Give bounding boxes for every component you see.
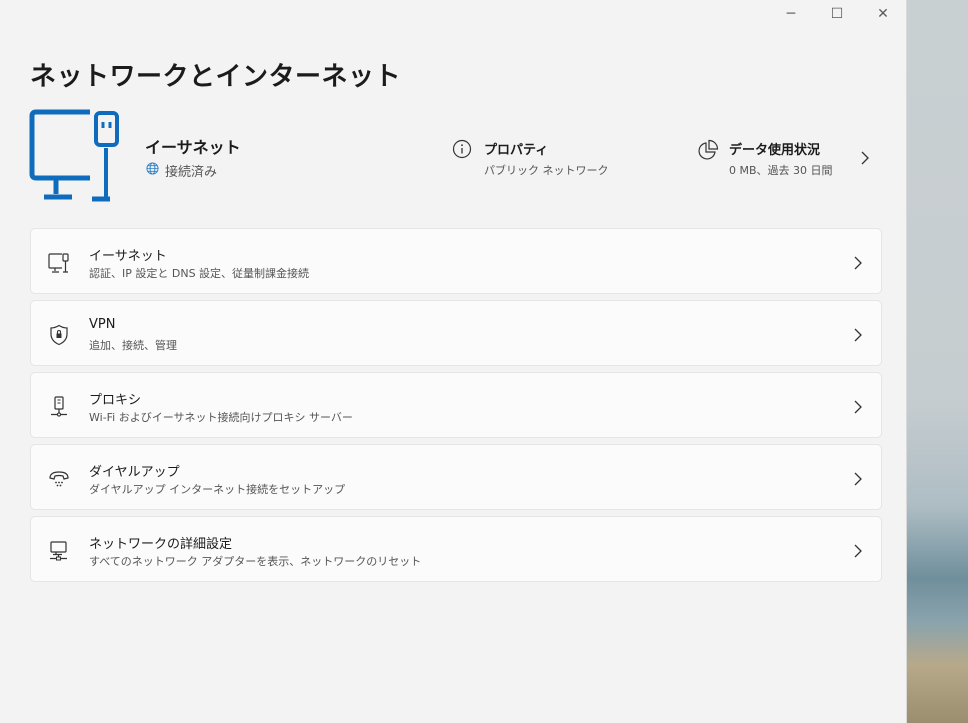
minimize-button[interactable]: ─ xyxy=(768,0,814,28)
vpn-shield-icon xyxy=(47,323,71,347)
settings-item-subtitle: ダイヤルアップ インターネット接続をセットアップ xyxy=(89,483,346,496)
settings-item-subtitle: すべてのネットワーク アダプターを表示、ネットワークのリセット xyxy=(89,555,422,568)
data-usage-link[interactable]: データ使用状況 0 MB、過去 30 日間 xyxy=(697,139,833,178)
connection-status-label: 接続済み xyxy=(165,165,218,180)
settings-item-vpn[interactable]: VPN 追加、接続、管理 xyxy=(30,300,882,366)
settings-item-subtitle: 認証、IP 設定と DNS 設定、従量制課金接続 xyxy=(89,267,310,280)
chevron-right-icon xyxy=(851,255,865,275)
chevron-right-icon xyxy=(851,471,865,491)
settings-list: イーサネット 認証、IP 設定と DNS 設定、従量制課金接続 VPN 追加、接… xyxy=(30,228,882,588)
chevron-right-icon xyxy=(851,543,865,563)
ethernet-monitor-icon xyxy=(28,108,124,208)
globe-icon xyxy=(146,162,159,179)
chevron-right-icon xyxy=(851,327,865,347)
network-adapter-icon xyxy=(47,539,71,563)
settings-item-proxy[interactable]: プロキシ Wi-Fi およびイーサネット接続向けプロキシ サーバー xyxy=(30,372,882,438)
settings-item-title: VPN xyxy=(89,317,116,332)
settings-item-ethernet[interactable]: イーサネット 認証、IP 設定と DNS 設定、従量制課金接続 xyxy=(30,228,882,294)
dialup-phone-icon xyxy=(47,467,71,491)
page-title: ネットワークとインターネット xyxy=(30,62,402,92)
properties-link[interactable]: プロパティ パブリック ネットワーク xyxy=(452,139,609,178)
settings-item-subtitle: Wi-Fi およびイーサネット接続向けプロキシ サーバー xyxy=(89,411,353,424)
properties-title: プロパティ xyxy=(484,143,549,158)
desktop-wallpaper xyxy=(906,0,968,723)
pie-chart-icon xyxy=(697,139,719,165)
proxy-icon xyxy=(47,395,71,419)
settings-item-advanced-network[interactable]: ネットワークの詳細設定 すべてのネットワーク アダプターを表示、ネットワークのリ… xyxy=(30,516,882,582)
maximize-button[interactable]: ☐ xyxy=(814,0,860,28)
settings-window: ─ ☐ ✕ ネットワークとインターネット イーサネット 接続済み プロパティ パ… xyxy=(0,0,907,723)
maximize-icon: ☐ xyxy=(830,6,844,22)
connection-status: 接続済み xyxy=(146,161,217,180)
close-icon: ✕ xyxy=(877,6,889,22)
chevron-right-icon xyxy=(851,399,865,419)
data-usage-title: データ使用状況 xyxy=(729,143,821,158)
chevron-right-icon xyxy=(858,150,872,170)
minimize-icon: ─ xyxy=(786,6,796,22)
settings-item-title: プロキシ xyxy=(89,393,142,408)
settings-item-dialup[interactable]: ダイヤルアップ ダイヤルアップ インターネット接続をセットアップ xyxy=(30,444,882,510)
settings-item-title: イーサネット xyxy=(89,249,167,264)
settings-item-title: ネットワークの詳細設定 xyxy=(89,537,233,552)
connection-name: イーサネット xyxy=(145,138,241,157)
close-button[interactable]: ✕ xyxy=(860,0,906,28)
properties-subtitle: パブリック ネットワーク xyxy=(484,164,609,177)
data-usage-subtitle: 0 MB、過去 30 日間 xyxy=(729,164,833,177)
info-icon xyxy=(452,139,472,163)
settings-item-subtitle: 追加、接続、管理 xyxy=(89,339,177,352)
ethernet-icon xyxy=(47,251,71,275)
settings-item-title: ダイヤルアップ xyxy=(89,465,180,480)
